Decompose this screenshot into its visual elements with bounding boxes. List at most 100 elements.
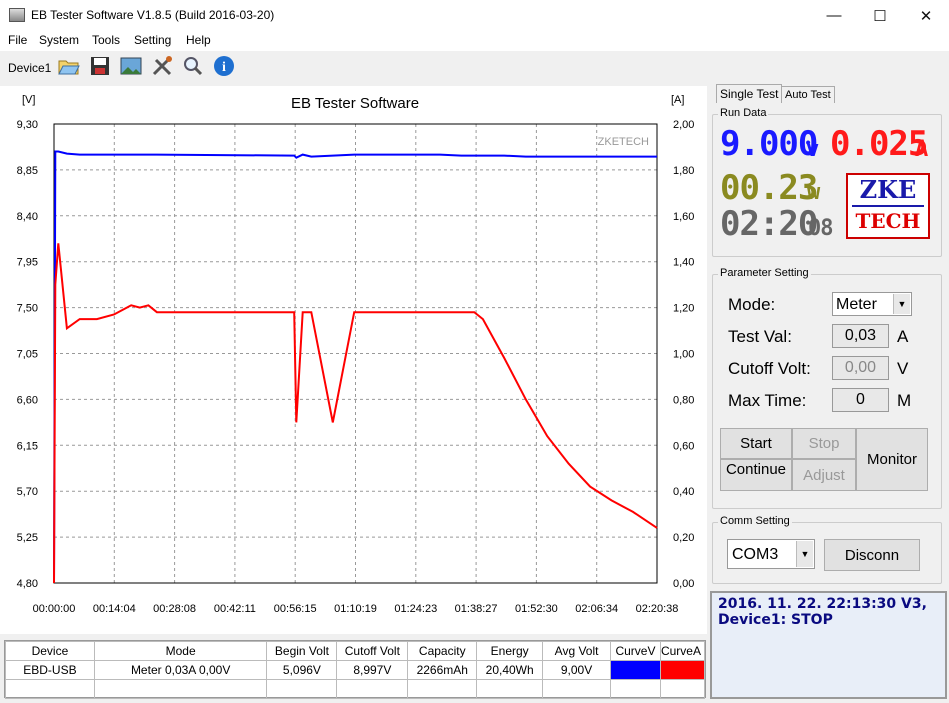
x-tick-label: 00:56:15: [274, 603, 317, 615]
x-tick-label: 01:10:19: [334, 603, 377, 615]
continue-button[interactable]: Continue: [720, 459, 792, 491]
table-row[interactable]: EBD-USB Meter 0,03A 0,00V 5,096V 8,997V …: [5, 660, 706, 680]
test-val-field[interactable]: 0,03: [832, 324, 889, 348]
right-tick-label: 0,80: [673, 394, 694, 406]
monitor-button[interactable]: Monitor: [856, 428, 928, 491]
menu-help[interactable]: Help: [186, 33, 211, 47]
cell-cutoff-volt: 8,997V: [336, 660, 409, 680]
menu-system[interactable]: System: [39, 33, 79, 47]
time-seconds: 08: [808, 216, 833, 241]
menu-setting[interactable]: Setting: [134, 33, 171, 47]
left-tick-label: 5,25: [17, 532, 38, 544]
cutoff-unit: V: [897, 359, 909, 378]
right-tick-label: 0,00: [673, 578, 694, 590]
chevron-down-icon[interactable]: ▼: [893, 294, 910, 314]
test-val-label: Test Val:: [728, 327, 792, 346]
left-tick-label: 4,80: [17, 578, 38, 590]
app-icon: [9, 8, 25, 22]
start-button[interactable]: Start: [720, 428, 792, 459]
curve-v-swatch: [610, 660, 661, 680]
left-tick-label: 7,95: [17, 257, 38, 269]
results-table: Device Mode Begin Volt Cutoff Volt Capac…: [4, 640, 706, 699]
header-energy: Energy: [476, 641, 544, 661]
header-begin-volt: Begin Volt: [266, 641, 338, 661]
header-avg-volt: Avg Volt: [542, 641, 611, 661]
left-tick-label: 8,40: [17, 211, 38, 223]
header-capacity: Capacity: [407, 641, 478, 661]
stop-button[interactable]: Stop: [792, 428, 856, 459]
header-curve-v: CurveV: [610, 641, 661, 661]
left-axis-unit: [V]: [22, 94, 35, 106]
maximize-button[interactable]: ☐: [857, 0, 903, 31]
save-icon[interactable]: [88, 54, 112, 78]
left-tick-label: 7,50: [17, 303, 38, 315]
header-curve-a: CurveA: [659, 641, 706, 661]
menu-tools[interactable]: Tools: [92, 33, 120, 47]
tab-auto-test[interactable]: Auto Test: [781, 86, 835, 103]
table-row-empty: [5, 679, 706, 699]
curve-a-swatch: [659, 660, 706, 680]
time-readout: 02:20: [720, 204, 818, 244]
left-tick-label: 5,70: [17, 486, 38, 498]
logo-bottom: TECH: [852, 205, 924, 235]
right-tick-label: 0,20: [673, 532, 694, 544]
device-label: Device1: [8, 61, 52, 75]
right-axis-unit: [A]: [671, 94, 684, 106]
right-tick-label: 1,80: [673, 165, 694, 177]
tab-single-test[interactable]: Single Test: [716, 84, 783, 103]
comm-title: Comm Setting: [718, 515, 792, 527]
menu-bar: File System Tools Setting Help: [0, 31, 949, 51]
x-tick-label: 00:00:00: [33, 603, 76, 615]
zketech-logo: ZKE TECH: [846, 173, 930, 239]
cell-avg-volt: 9,00V: [542, 660, 611, 680]
chart-watermark: ZKETECH: [598, 136, 649, 148]
chart-title: EB Tester Software: [291, 95, 419, 112]
adjust-button[interactable]: Adjust: [792, 459, 856, 491]
open-folder-icon[interactable]: [57, 54, 81, 78]
cell-begin-volt: 5,096V: [266, 660, 338, 680]
status-panel: 2016. 11. 22. 22:13:30 V3, Device1: STOP: [710, 591, 947, 699]
x-tick-label: 01:38:27: [455, 603, 498, 615]
current-readout: 0.025: [830, 124, 928, 164]
close-button[interactable]: ✕: [903, 0, 949, 31]
max-time-unit: M: [897, 391, 912, 410]
right-tick-label: 1,20: [673, 303, 694, 315]
left-tick-label: 8,85: [17, 165, 38, 177]
right-tick-label: 0,40: [673, 486, 694, 498]
left-tick-label: 7,05: [17, 349, 38, 361]
voltage-readout: 9.000: [720, 124, 818, 164]
cutoff-volt-field[interactable]: 0,00: [832, 356, 889, 380]
tools-icon[interactable]: [150, 54, 174, 78]
voltage-unit: v: [806, 137, 819, 162]
x-tick-label: 00:14:04: [93, 603, 136, 615]
search-icon[interactable]: [181, 54, 205, 78]
mode-select[interactable]: Meter ▼: [832, 292, 912, 316]
right-tick-label: 1,60: [673, 211, 694, 223]
port-select[interactable]: COM3 ▼: [727, 539, 815, 569]
test-val-unit: A: [897, 327, 909, 346]
minimize-button[interactable]: —: [811, 0, 857, 31]
window-title: EB Tester Software V1.8.5 (Build 2016-03…: [31, 8, 275, 22]
cell-mode: Meter 0,03A 0,00V: [93, 660, 268, 680]
logo-top: ZKE: [859, 175, 917, 204]
cell-energy: 20,40Wh: [476, 660, 544, 680]
max-time-field[interactable]: 0: [832, 388, 889, 412]
status-line-2: Device1: STOP: [718, 612, 833, 628]
image-icon[interactable]: [119, 54, 143, 78]
port-value: COM3: [732, 546, 779, 563]
disconnect-button[interactable]: Disconn: [824, 539, 920, 571]
x-tick-label: 02:20:38: [636, 603, 679, 615]
cutoff-label: Cutoff Volt:: [728, 359, 811, 378]
status-line-1: 2016. 11. 22. 22:13:30 V3,: [718, 596, 927, 612]
parameter-title: Parameter Setting: [718, 267, 811, 279]
svg-text:i: i: [222, 60, 226, 75]
power-readout: 00.23: [720, 168, 818, 208]
title-bar: EB Tester Software V1.8.5 (Build 2016-03…: [0, 0, 949, 31]
run-data-title: Run Data: [718, 107, 769, 119]
left-tick-label: 6,60: [17, 394, 38, 406]
menu-file[interactable]: File: [8, 33, 27, 47]
chevron-down-icon[interactable]: ▼: [796, 541, 813, 567]
toolbar: Device1 i: [0, 51, 949, 82]
info-icon[interactable]: i: [212, 54, 236, 78]
left-tick-label: 6,15: [17, 440, 38, 452]
